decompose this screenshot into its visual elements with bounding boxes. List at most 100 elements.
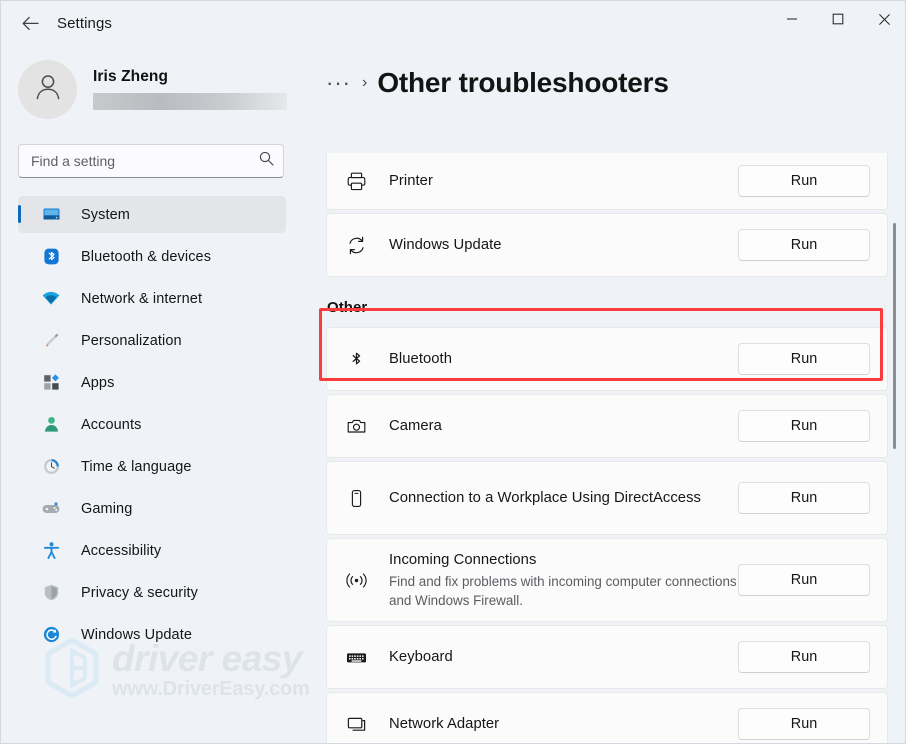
row-text: Connection to a Workplace Using DirectAc… <box>389 488 738 509</box>
run-button[interactable]: Run <box>738 708 870 740</box>
bluetooth-icon <box>40 246 62 268</box>
sidebar-item-label: Windows Update <box>81 627 192 643</box>
row-title: Network Adapter <box>389 714 738 735</box>
row-title: Connection to a Workplace Using DirectAc… <box>389 488 738 509</box>
account-section[interactable]: Iris Zheng <box>18 59 304 119</box>
run-button[interactable]: Run <box>738 641 870 673</box>
sidebar-item-label: Bluetooth & devices <box>81 249 211 265</box>
sidebar-item-label: Accounts <box>81 417 141 433</box>
row-title: Printer <box>389 171 738 192</box>
troubleshooter-row-network-adapter[interactable]: Network Adapter Run <box>326 692 888 744</box>
sidebar-item-label: Accessibility <box>81 543 161 559</box>
row-text: Windows Update <box>389 235 738 256</box>
back-button[interactable] <box>13 8 47 38</box>
accessibility-icon <box>40 540 62 562</box>
troubleshooter-row-keyboard[interactable]: Keyboard Run <box>326 625 888 689</box>
sidebar-item-personalization[interactable]: Personalization <box>18 322 286 359</box>
gamepad-icon <box>40 498 62 520</box>
refresh-icon <box>343 232 369 258</box>
sidebar-item-label: Privacy & security <box>81 585 198 601</box>
run-button[interactable]: Run <box>738 343 870 375</box>
camera-icon <box>343 413 369 439</box>
troubleshooter-row-incoming-connections[interactable]: Incoming Connections Find and fix proble… <box>326 538 888 622</box>
clock-icon <box>40 456 62 478</box>
search-icon <box>258 150 275 172</box>
sidebar-item-accessibility[interactable]: Accessibility <box>18 532 286 569</box>
sidebar-item-label: Apps <box>81 375 114 391</box>
sidebar-item-bluetooth-devices[interactable]: Bluetooth & devices <box>18 238 286 275</box>
title-bar: Settings <box>1 1 906 45</box>
troubleshooter-row-bluetooth[interactable]: Bluetooth Run <box>326 327 888 391</box>
minimize-button[interactable] <box>769 1 815 37</box>
row-text: Bluetooth <box>389 349 738 370</box>
search-button[interactable] <box>254 149 278 173</box>
run-button[interactable]: Run <box>738 165 870 197</box>
troubleshooter-row-camera[interactable]: Camera Run <box>326 394 888 458</box>
row-text: Incoming Connections Find and fix proble… <box>389 550 738 610</box>
close-button[interactable] <box>861 1 906 37</box>
device-icon <box>343 485 369 511</box>
sidebar-item-gaming[interactable]: Gaming <box>18 490 286 527</box>
breadcrumb-overflow-button[interactable]: ··· <box>326 76 351 90</box>
wifi-icon <box>40 288 62 310</box>
person-icon <box>40 414 62 436</box>
row-text: Printer <box>389 171 738 192</box>
sidebar-item-label: Personalization <box>81 333 182 349</box>
broadcast-icon <box>343 567 369 593</box>
run-button[interactable]: Run <box>738 410 870 442</box>
sidebar-item-system[interactable]: System <box>18 196 286 233</box>
keyboard-icon <box>343 644 369 670</box>
sidebar-item-label: Gaming <box>81 501 132 517</box>
row-title: Camera <box>389 416 738 437</box>
sidebar-nav: System Bluetooth & devices <box>18 196 304 653</box>
network-adapter-icon <box>343 711 369 737</box>
section-header-other: Other <box>327 299 888 316</box>
printer-icon <box>343 168 369 194</box>
account-name: Iris Zheng <box>93 68 287 86</box>
account-email-redacted <box>93 93 287 110</box>
row-description: Find and fix problems with incoming comp… <box>389 572 738 610</box>
scrollbar-thumb[interactable] <box>893 223 896 449</box>
settings-window: Settings <box>0 0 906 744</box>
close-icon <box>878 13 891 26</box>
troubleshooter-row-windows-update[interactable]: Windows Update Run <box>326 213 888 277</box>
search-input[interactable] <box>18 144 284 178</box>
paintbrush-icon <box>40 330 62 352</box>
sidebar-item-time-language[interactable]: Time & language <box>18 448 286 485</box>
chevron-right-icon: › <box>362 74 367 92</box>
window-controls <box>769 1 906 37</box>
minimize-icon <box>786 13 798 25</box>
sidebar-item-accounts[interactable]: Accounts <box>18 406 286 443</box>
shield-icon <box>40 582 62 604</box>
back-arrow-icon <box>22 16 39 31</box>
search-box[interactable] <box>18 144 284 178</box>
run-button[interactable]: Run <box>738 482 870 514</box>
maximize-button[interactable] <box>815 1 861 37</box>
bluetooth-icon <box>343 346 369 372</box>
sidebar-item-privacy-security[interactable]: Privacy & security <box>18 574 286 611</box>
vertical-scrollbar[interactable] <box>889 175 901 735</box>
sidebar-item-apps[interactable]: Apps <box>18 364 286 401</box>
sidebar-item-label: Network & internet <box>81 291 202 307</box>
main-content: ··· › Other troubleshooters Printer Run <box>304 45 906 744</box>
row-title: Bluetooth <box>389 349 738 370</box>
sidebar-item-windows-update[interactable]: Windows Update <box>18 616 286 653</box>
troubleshooter-row-directaccess[interactable]: Connection to a Workplace Using DirectAc… <box>326 461 888 535</box>
sidebar-item-label: Time & language <box>81 459 192 475</box>
run-button[interactable]: Run <box>738 229 870 261</box>
run-button[interactable]: Run <box>738 564 870 596</box>
update-refresh-icon <box>40 624 62 646</box>
row-text: Camera <box>389 416 738 437</box>
row-text: Network Adapter <box>389 714 738 735</box>
breadcrumb: ··· › Other troubleshooters <box>326 61 906 105</box>
apps-grid-icon <box>40 372 62 394</box>
window-title: Settings <box>57 15 112 32</box>
sidebar-item-network-internet[interactable]: Network & internet <box>18 280 286 317</box>
avatar <box>18 60 77 119</box>
row-text: Keyboard <box>389 647 738 668</box>
row-title: Incoming Connections <box>389 550 738 571</box>
troubleshooter-list: Printer Run Windows Update Run <box>326 153 888 744</box>
account-text: Iris Zheng <box>93 68 287 110</box>
troubleshooter-row-printer[interactable]: Printer Run <box>326 153 888 210</box>
page-title: Other troubleshooters <box>377 67 668 99</box>
